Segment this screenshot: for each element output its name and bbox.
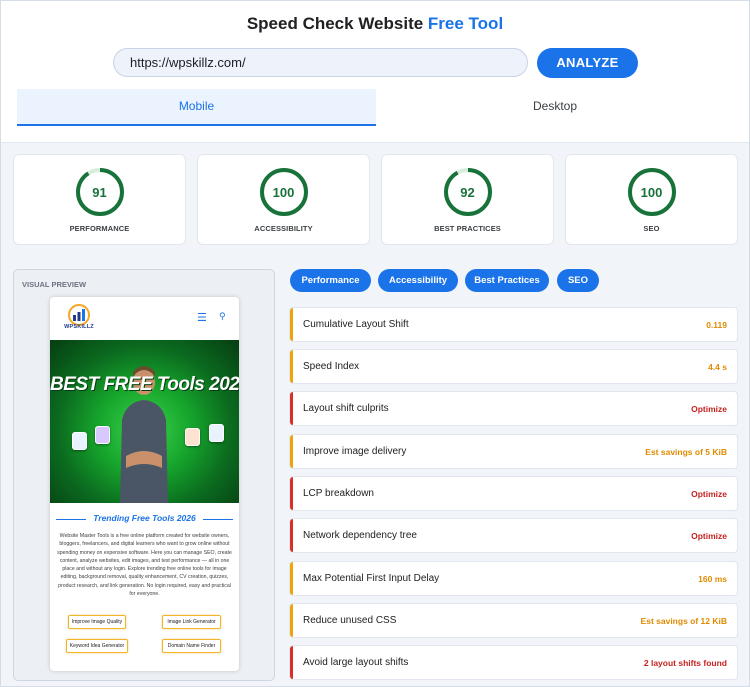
score-card-accessibility: 100 ACCESSIBILITY	[197, 154, 370, 245]
score-label: SEO	[643, 224, 660, 233]
audit-row[interactable]: Avoid large layout shifts 2 layout shift…	[289, 645, 738, 680]
status-bar	[290, 562, 293, 595]
gauge-app-icon	[185, 428, 200, 446]
score-card-best-practices: 92 BEST PRACTICES	[381, 154, 554, 245]
filter-best-practices[interactable]: Best Practices	[465, 269, 549, 292]
score-value: 91	[92, 185, 107, 200]
header-panel: Speed Check Website Free Tool ANALYZE Mo…	[1, 1, 749, 143]
score-value: 100	[272, 185, 295, 200]
app-frame: Speed Check Website Free Tool ANALYZE Mo…	[0, 0, 750, 687]
score-value: 100	[640, 185, 663, 200]
analyze-button[interactable]: ANALYZE	[537, 48, 638, 78]
ai-app-icon	[72, 432, 87, 450]
preview-description: Website Master Tools is a free online pl…	[57, 533, 232, 598]
url-input[interactable]	[113, 48, 528, 77]
filter-performance[interactable]: Performance	[290, 269, 371, 292]
status-bar	[290, 646, 293, 679]
status-bar	[290, 519, 293, 552]
logo-text: WPSKILLZ	[64, 324, 94, 330]
trending-title: Trending Free Tools 2026	[93, 513, 196, 523]
audit-name: Cumulative Layout Shift	[303, 319, 409, 330]
audit-name: Avoid large layout shifts	[303, 657, 409, 668]
audit-name: Speed Index	[303, 361, 360, 372]
mini-button-keyword-idea: Keyword Idea Generator	[66, 639, 128, 653]
mini-button-domain-finder: Domain Name Finder	[162, 639, 221, 653]
hamburger-menu-icon: ☰	[197, 312, 207, 324]
audit-name: Reduce unused CSS	[303, 615, 397, 626]
visual-preview-panel: VISUAL PREVIEW WPSKILLZ ☰ ⚲ BEST FREE To…	[13, 269, 275, 681]
audit-row[interactable]: Speed Index 4.4 s	[289, 349, 738, 384]
audit-row[interactable]: Network dependency tree Optimize	[289, 518, 738, 553]
status-bar	[290, 308, 293, 341]
score-label: ACCESSIBILITY	[254, 224, 313, 233]
phone-screenshot: WPSKILLZ ☰ ⚲ BEST FREE Tools 2026 Trendi…	[50, 297, 239, 671]
audit-value: 160 ms	[698, 574, 727, 584]
hero-headline: BEST FREE Tools 2026	[50, 374, 239, 395]
mini-button-image-link: Image Link Generator	[162, 615, 221, 629]
filter-seo[interactable]: SEO	[557, 269, 599, 292]
filter-accessibility[interactable]: Accessibility	[378, 269, 458, 292]
status-bar	[290, 604, 293, 637]
audit-value: 2 layout shifts found	[643, 658, 727, 668]
audit-name: Improve image delivery	[303, 446, 407, 457]
tab-mobile[interactable]: Mobile	[17, 89, 376, 126]
mini-button-improve-image: Improve Image Quality	[68, 615, 126, 629]
audit-row[interactable]: Cumulative Layout Shift 0.119	[289, 307, 738, 342]
audit-row[interactable]: Layout shift culprits Optimize	[289, 391, 738, 426]
device-tabs: Mobile Desktop	[17, 89, 734, 126]
audit-value: Optimize	[691, 489, 727, 499]
headset-app-icon	[209, 424, 224, 442]
score-label: BEST PRACTICES	[434, 224, 501, 233]
status-bar	[290, 392, 293, 425]
audit-value: Est savings of 12 KiB	[640, 616, 727, 626]
page-title: Speed Check Website Free Tool	[1, 14, 749, 34]
audit-value: Est savings of 5 KiB	[645, 447, 727, 457]
score-card-performance: 91 PERFORMANCE	[13, 154, 186, 245]
audit-row[interactable]: Improve image delivery Est savings of 5 …	[289, 434, 738, 469]
title-accent: Free Tool	[427, 14, 504, 33]
audit-row[interactable]: LCP breakdown Optimize	[289, 476, 738, 511]
status-bar	[290, 435, 293, 468]
score-label: PERFORMANCE	[69, 224, 130, 233]
hero-banner: BEST FREE Tools 2026	[50, 340, 239, 503]
audit-name: Layout shift culprits	[303, 403, 389, 414]
audit-name: Network dependency tree	[303, 530, 417, 541]
audit-name: Max Potential First Input Delay	[303, 573, 440, 584]
audit-row[interactable]: Max Potential First Input Delay 160 ms	[289, 561, 738, 596]
status-bar	[290, 350, 293, 383]
audit-name: LCP breakdown	[303, 488, 374, 499]
title-main: Speed Check Website	[246, 14, 424, 33]
audit-value: Optimize	[691, 404, 727, 414]
tab-desktop[interactable]: Desktop	[376, 89, 734, 126]
image-app-icon	[95, 426, 110, 444]
search-icon: ⚲	[219, 311, 226, 321]
preview-label: VISUAL PREVIEW	[22, 280, 87, 289]
score-card-seo: 100 SEO	[565, 154, 738, 245]
audit-value: 4.4 s	[708, 362, 727, 372]
audit-row[interactable]: Reduce unused CSS Est savings of 12 KiB	[289, 603, 738, 638]
audit-value: 0.119	[706, 320, 727, 330]
audit-value: Optimize	[691, 531, 727, 541]
score-value: 92	[460, 185, 475, 200]
status-bar	[290, 477, 293, 510]
